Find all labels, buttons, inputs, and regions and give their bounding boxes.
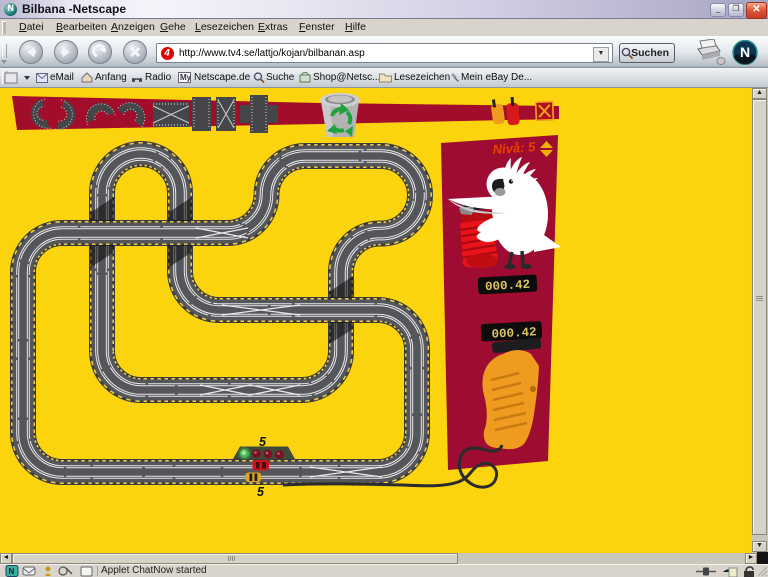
svg-text:Nivå: 5: Nivå: 5 <box>492 139 536 157</box>
svg-text:5: 5 <box>259 435 267 449</box>
svg-text:My: My <box>180 73 191 82</box>
svg-text:5: 5 <box>257 485 265 499</box>
svg-text:000.42: 000.42 <box>485 278 531 294</box>
svg-text:N: N <box>9 567 15 576</box>
svg-text:N: N <box>740 44 750 60</box>
